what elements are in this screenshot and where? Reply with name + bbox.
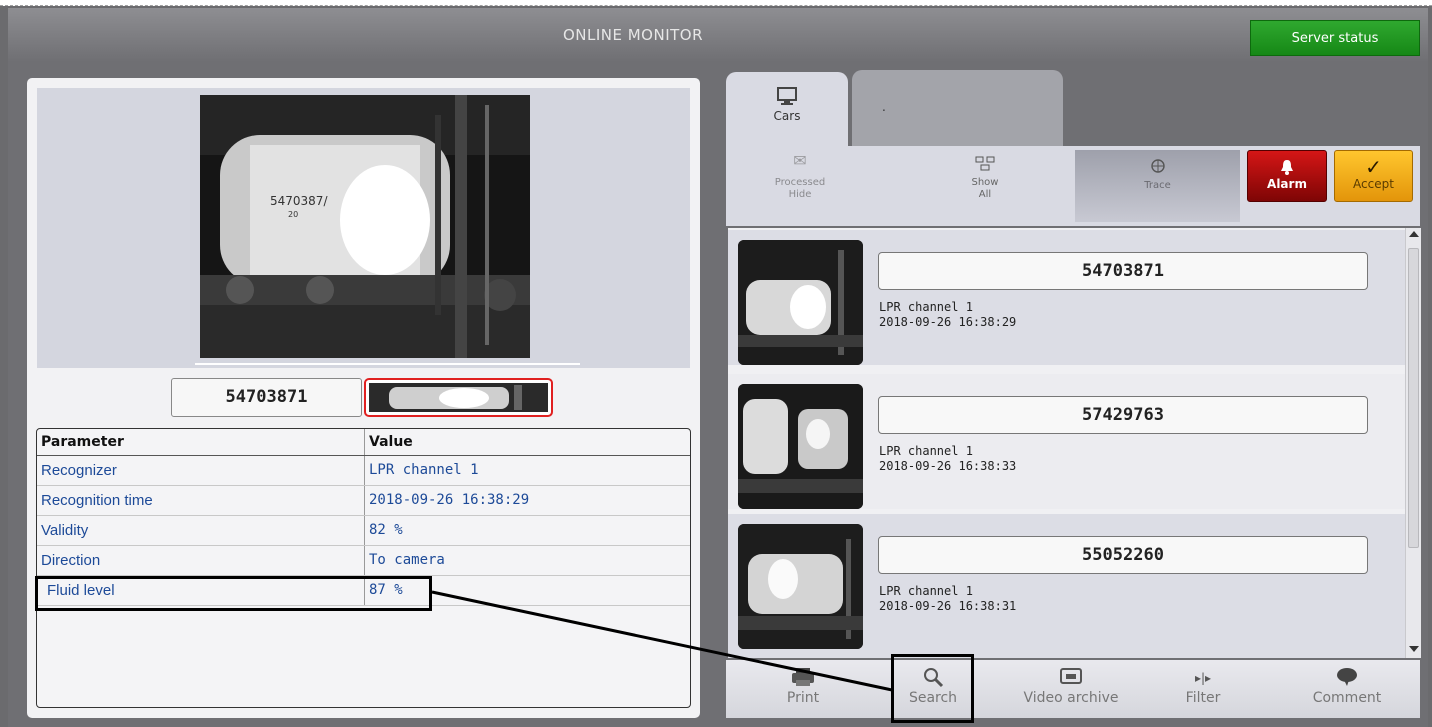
trace-label: Trace <box>1144 180 1171 191</box>
table-header-row: Parameter Value <box>37 429 690 456</box>
car-plate: 55052260 <box>878 536 1368 574</box>
column-header-value: Value <box>369 434 413 450</box>
trace-button[interactable]: Trace <box>1075 150 1240 222</box>
video-archive-button[interactable]: Video archive <box>1006 660 1136 718</box>
car-channel: LPR channel 1 <box>879 300 973 314</box>
camera-divider <box>195 363 580 365</box>
tab-cars-label: Cars <box>773 109 801 123</box>
processed-icon: ✉ <box>793 151 807 170</box>
list-scrollbar[interactable] <box>1405 228 1421 658</box>
server-status-button[interactable]: Server status <box>1250 20 1420 56</box>
camera-snapshot: 5470387/ 20 <box>200 95 530 358</box>
scroll-thumb[interactable] <box>1408 248 1419 548</box>
comment-label: Comment <box>1312 690 1382 706</box>
car-plate: 54703871 <box>878 252 1368 290</box>
bell-icon <box>1248 159 1326 177</box>
alarm-button[interactable]: Alarm <box>1247 150 1327 202</box>
filter-button[interactable]: ▸|▸ Filter <box>1138 660 1268 718</box>
car-plate: 57429763 <box>878 396 1368 434</box>
accept-button[interactable]: ✓ Accept <box>1334 150 1413 202</box>
car-time: 2018-09-26 16:38:29 <box>879 315 1017 329</box>
top-border <box>0 0 1432 6</box>
comment-icon <box>1282 666 1412 690</box>
scroll-up-icon[interactable] <box>1409 231 1419 237</box>
car-channel: LPR channel 1 <box>879 584 973 598</box>
param-name: Validity <box>37 516 365 545</box>
show-all-button[interactable]: Show All <box>945 150 1025 222</box>
title-bar: ONLINE MONITOR <box>8 8 1428 62</box>
filter-icon: ▸|▸ <box>1194 671 1212 685</box>
tab-secondary[interactable]: . <box>852 70 1063 146</box>
car-time: 2018-09-26 16:38:33 <box>879 459 1017 473</box>
tab-cars[interactable]: Cars <box>726 72 848 148</box>
table-row: Recognizer LPR channel 1 <box>37 456 690 486</box>
processed-label: Processed <box>774 177 826 188</box>
all-label: All <box>978 189 992 200</box>
tank-number-text-2: 20 <box>288 210 298 219</box>
car-time: 2018-09-26 16:38:31 <box>879 599 1017 613</box>
list-item[interactable]: 54703871 LPR channel 1 2018-09-26 16:38:… <box>728 230 1405 365</box>
show-label: Show <box>971 177 999 188</box>
video-archive-icon <box>1006 666 1136 690</box>
show-all-icon <box>945 155 1025 177</box>
comment-button[interactable]: Comment <box>1282 660 1412 718</box>
fluid-level-highlight <box>35 576 432 611</box>
video-archive-label: Video archive <box>1023 690 1119 706</box>
alarm-label: Alarm <box>1267 177 1307 191</box>
param-name: Direction <box>37 546 365 575</box>
processed-hide-button[interactable]: ✉ Processed Hide <box>760 150 840 222</box>
tab-secondary-label: . <box>882 100 886 114</box>
crosshair-icon <box>1075 158 1240 180</box>
car-thumbnail <box>738 384 863 509</box>
parameters-table: Parameter Value Recognizer LPR channel 1… <box>36 428 691 708</box>
tank-number-text: 5470387/ <box>270 194 328 208</box>
table-row: Recognition time 2018-09-26 16:38:29 <box>37 486 690 516</box>
param-name: Recognizer <box>37 456 365 485</box>
table-row: Validity 82 % <box>37 516 690 546</box>
selected-thumbnail[interactable] <box>364 378 553 417</box>
search-highlight-box <box>891 654 974 723</box>
param-name: Recognition time <box>37 486 365 515</box>
car-thumbnail <box>738 524 863 649</box>
monitor-icon <box>726 86 848 109</box>
column-header-parameter: Parameter <box>37 429 365 455</box>
car-thumbnail <box>738 240 863 365</box>
page-title: ONLINE MONITOR <box>562 26 704 44</box>
car-channel: LPR channel 1 <box>879 444 973 458</box>
list-item[interactable]: 55052260 LPR channel 1 2018-09-26 16:38:… <box>728 514 1405 658</box>
plate-number-box: 54703871 <box>171 378 362 417</box>
print-button[interactable]: Print <box>738 660 868 718</box>
param-value: To camera <box>369 552 445 568</box>
hide-label: Hide <box>788 189 812 200</box>
param-value: 2018-09-26 16:38:29 <box>369 492 530 508</box>
print-label: Print <box>786 690 820 706</box>
accept-label: Accept <box>1353 177 1394 191</box>
checkmark-icon: ✓ <box>1365 155 1382 179</box>
param-value: LPR channel 1 <box>369 462 479 478</box>
scroll-down-icon[interactable] <box>1409 646 1419 652</box>
list-item[interactable]: 57429763 LPR channel 1 2018-09-26 16:38:… <box>728 374 1405 509</box>
printer-icon <box>738 666 868 690</box>
table-row: Direction To camera <box>37 546 690 576</box>
param-value: 82 % <box>369 522 403 538</box>
filter-label: Filter <box>1185 690 1221 706</box>
